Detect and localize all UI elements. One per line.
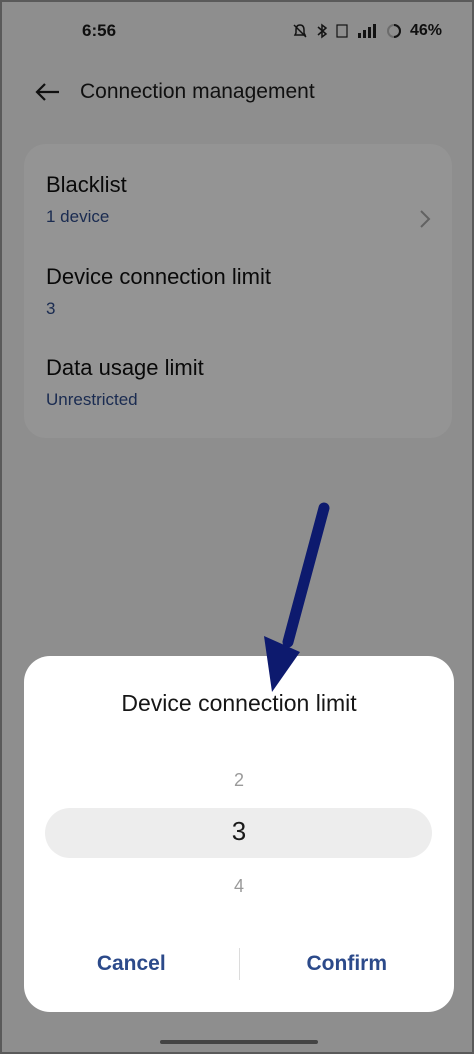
confirm-button[interactable]: Confirm	[240, 952, 455, 976]
dialog-title: Device connection limit	[121, 690, 357, 716]
home-indicator[interactable]	[160, 1040, 318, 1044]
picker-option-selected[interactable]: 3	[24, 816, 454, 847]
cancel-button[interactable]: Cancel	[24, 952, 239, 976]
picker-option-previous[interactable]: 2	[24, 770, 454, 791]
picker-option-next[interactable]: 4	[24, 876, 454, 897]
dialog-actions: Cancel Confirm	[24, 946, 454, 982]
phone-screen: 6:56 46% Connection management Blacklist…	[0, 0, 474, 1054]
connection-limit-dialog: Device connection limit 2 3 4 Cancel Con…	[24, 656, 454, 1012]
